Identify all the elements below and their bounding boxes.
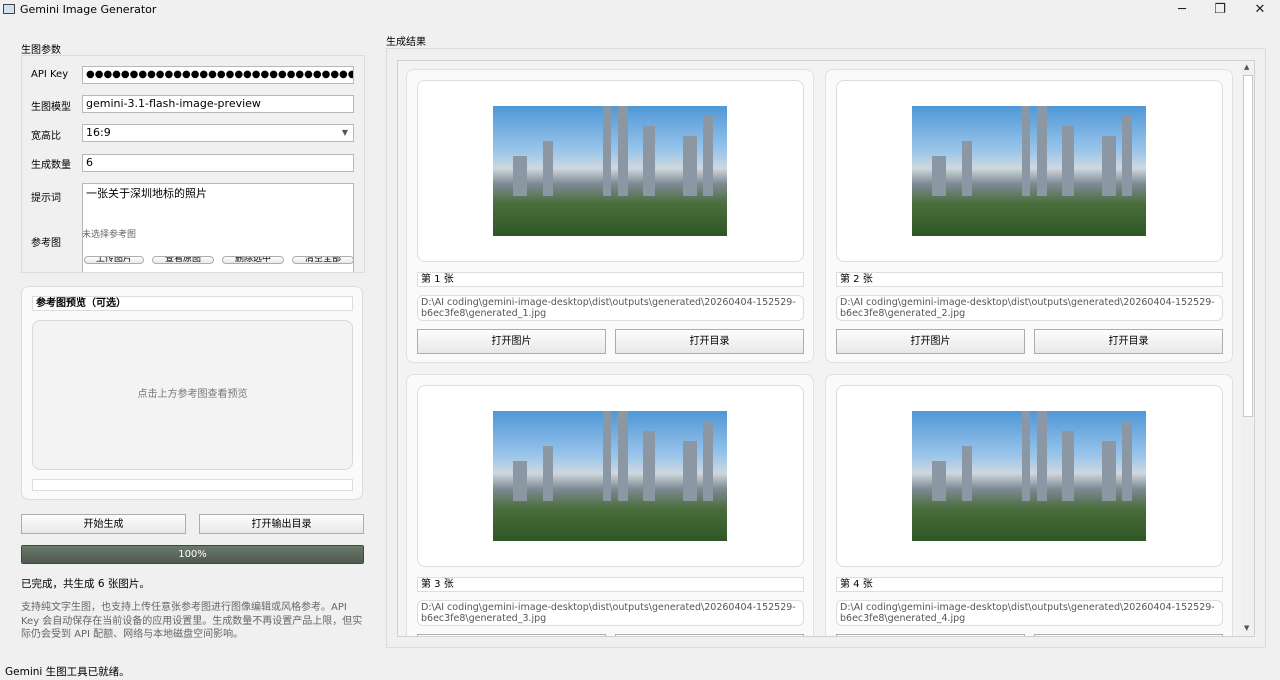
open-image-button[interactable]: 打开图片 [836, 634, 1025, 636]
params-title: 生图参数 [21, 45, 61, 56]
generated-image[interactable] [493, 411, 727, 541]
chevron-down-icon: ▼ [341, 128, 348, 137]
app-icon [3, 4, 15, 14]
preview-title: 参考图预览（可选） [32, 296, 353, 311]
open-image-button[interactable]: 打开图片 [836, 329, 1025, 354]
api-key-label: API Key [31, 69, 69, 80]
scroll-down-icon[interactable]: ▼ [1244, 624, 1249, 632]
result-card: 第 4 张 D:\AI coding\gemini-image-desktop\… [825, 374, 1233, 636]
model-input[interactable]: gemini-3.1-flash-image-preview [82, 95, 354, 113]
image-name: 第 4 张 [836, 577, 1223, 592]
generated-image[interactable] [912, 411, 1146, 541]
open-directory-button[interactable]: 打开目录 [1034, 329, 1223, 354]
maximize-button[interactable]: ❐ [1200, 0, 1240, 20]
open-directory-button[interactable]: 打开目录 [615, 634, 804, 636]
count-input[interactable]: 6 [82, 154, 354, 172]
close-button[interactable]: ✕ [1240, 0, 1280, 20]
clear-all-button[interactable]: 清空全部 [292, 256, 354, 264]
generated-image[interactable] [493, 106, 727, 236]
image-path: D:\AI coding\gemini-image-desktop\dist\o… [417, 295, 804, 321]
prompt-label: 提示词 [31, 193, 61, 204]
preview-placeholder: 点击上方参考图查看预览 [137, 389, 248, 400]
open-image-button[interactable]: 打开图片 [417, 634, 606, 636]
preview-area[interactable]: 点击上方参考图查看预览 [32, 320, 353, 470]
preview-caption [32, 479, 353, 491]
image-path: D:\AI coding\gemini-image-desktop\dist\o… [836, 295, 1223, 321]
open-image-button[interactable]: 打开图片 [417, 329, 606, 354]
help-text: 支持纯文字生图，也支持上传任意张参考图进行图像编辑或风格参考。API Key 会… [21, 602, 363, 640]
delete-selected-button[interactable]: 删除选中 [222, 256, 284, 264]
result-card: 第 3 张 D:\AI coding\gemini-image-desktop\… [406, 374, 814, 636]
results-scroll-area[interactable]: 第 1 张 D:\AI coding\gemini-image-desktop\… [397, 60, 1255, 637]
scrollbar[interactable]: ▲ ▼ [1241, 61, 1254, 636]
view-original-button[interactable]: 查看原图 [152, 256, 214, 264]
image-frame [836, 80, 1223, 262]
generated-image[interactable] [912, 106, 1146, 236]
open-directory-button[interactable]: 打开目录 [615, 329, 804, 354]
title-bar: Gemini Image Generator ─ ❐ ✕ [0, 0, 1280, 20]
image-path: D:\AI coding\gemini-image-desktop\dist\o… [417, 600, 804, 626]
open-output-dir-button[interactable]: 打开输出目录 [199, 514, 364, 534]
prompt-value: 一张关于深圳地标的照片 [86, 187, 207, 200]
result-card: 第 2 张 D:\AI coding\gemini-image-desktop\… [825, 69, 1233, 363]
image-name: 第 2 张 [836, 272, 1223, 287]
results-title: 生成结果 [386, 37, 426, 48]
image-name: 第 3 张 [417, 577, 804, 592]
image-frame [417, 385, 804, 567]
api-key-input[interactable]: ●●●●●●●●●●●●●●●●●●●●●●●●●●●●●●●●●●●●●●● [82, 66, 354, 84]
model-label: 生图模型 [31, 102, 71, 113]
params-group: API Key ●●●●●●●●●●●●●●●●●●●●●●●●●●●●●●●●… [21, 55, 365, 273]
ratio-select[interactable]: 16:9 ▼ [82, 124, 354, 142]
ref-status: 未选择参考图 [82, 230, 137, 240]
window-title: Gemini Image Generator [20, 3, 157, 16]
scroll-up-icon[interactable]: ▲ [1244, 63, 1249, 71]
open-directory-button[interactable]: 打开目录 [1034, 634, 1223, 636]
ratio-value: 16:9 [86, 126, 111, 139]
status-text: 已完成，共生成 6 张图片。 [21, 578, 150, 590]
ref-label: 参考图 [31, 238, 61, 249]
minimize-button[interactable]: ─ [1162, 0, 1202, 20]
image-frame [417, 80, 804, 262]
status-bar: Gemini 生图工具已就绪。 [5, 666, 130, 678]
scrollbar-thumb[interactable] [1243, 75, 1253, 417]
progress-label: 100% [178, 549, 207, 560]
ratio-label: 宽高比 [31, 131, 61, 142]
progress-bar: 100% [21, 545, 364, 564]
start-generate-button[interactable]: 开始生成 [21, 514, 186, 534]
preview-panel: 参考图预览（可选） 点击上方参考图查看预览 [21, 286, 363, 500]
image-name: 第 1 张 [417, 272, 804, 287]
image-frame [836, 385, 1223, 567]
result-card: 第 1 张 D:\AI coding\gemini-image-desktop\… [406, 69, 814, 363]
upload-image-button[interactable]: 上传图片 [84, 256, 144, 264]
count-label: 生成数量 [31, 160, 71, 171]
image-path: D:\AI coding\gemini-image-desktop\dist\o… [836, 600, 1223, 626]
